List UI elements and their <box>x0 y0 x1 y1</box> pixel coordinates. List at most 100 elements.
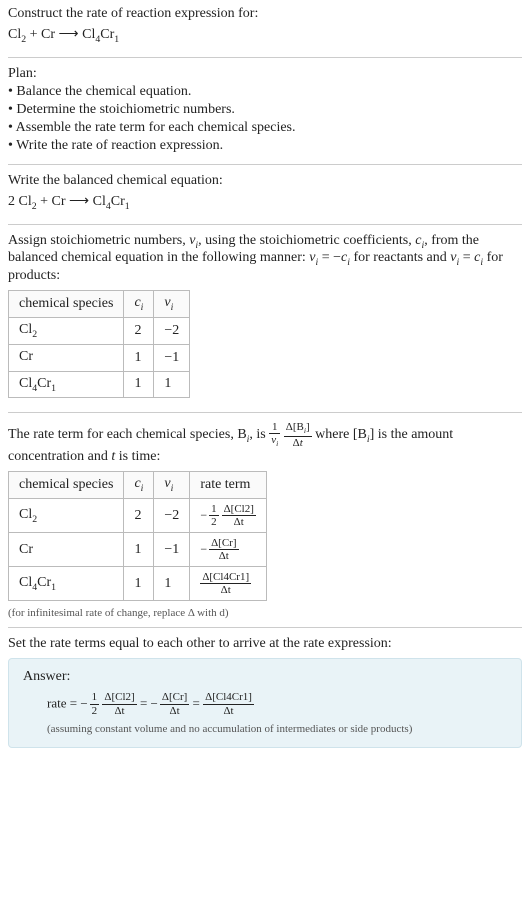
t2: , is <box>249 427 269 442</box>
ci-cell: 1 <box>124 371 154 398</box>
eq1: = − <box>318 250 341 265</box>
assign-paragraph: Assign stoichiometric numbers, νi, using… <box>8 233 522 285</box>
a: Cl <box>19 376 32 391</box>
balanced-heading: Write the balanced chemical equation: <box>8 173 522 189</box>
i: i <box>141 483 144 494</box>
nui-cell: −1 <box>154 344 190 371</box>
den: Δt <box>203 705 254 717</box>
nui-cell: 1 <box>154 567 190 601</box>
neg: − <box>200 542 207 556</box>
eq2: = <box>459 250 474 265</box>
th-ci: ci <box>124 472 154 499</box>
den: 2 <box>209 516 219 528</box>
a: Cr <box>19 542 33 557</box>
prod: Cl <box>89 194 106 209</box>
dBi-dt: Δ[Bi]Δt <box>284 421 312 449</box>
i: i <box>304 427 306 436</box>
balanced-equation: 2 Cl2 + Cr ⟶ Cl4Cr1 <box>8 193 522 212</box>
answer-box: Answer: rate = −12 Δ[Cl2]Δt = −Δ[Cr]Δt =… <box>8 658 522 747</box>
i: i <box>171 302 174 313</box>
neg2: − <box>151 696 158 711</box>
construct-text: Construct the rate of reaction expressio… <box>8 6 522 22</box>
one-over-nu: 1νi <box>269 421 280 449</box>
i: i <box>276 440 278 449</box>
plan-line-3: • Assemble the rate term for each chemic… <box>8 120 522 136</box>
txt: 2 Cl <box>8 194 32 209</box>
t: t <box>300 437 303 449</box>
num: Δ[Cr] <box>209 537 238 550</box>
ci-cell: 1 <box>124 567 154 601</box>
den: Δt <box>209 550 238 562</box>
neg: − <box>200 508 207 522</box>
table-row: Cl2 2 −2 <box>9 317 190 344</box>
eq1: = <box>140 696 151 711</box>
num: 1 <box>90 691 100 704</box>
eq2: = <box>193 696 204 711</box>
half-frac: 12 <box>90 691 100 716</box>
num: Δ[Bi] <box>284 421 312 437</box>
nui-cell: −2 <box>154 498 190 532</box>
den: Δt <box>102 705 136 717</box>
plan-heading: Plan: <box>8 66 522 82</box>
rate-eq: rate = <box>47 696 80 711</box>
asub: 2 <box>32 329 37 340</box>
th-species: chemical species <box>9 472 124 499</box>
num: Δ[Cl2] <box>102 691 136 704</box>
a: Cl <box>19 322 32 337</box>
intro-section: Construct the rate of reaction expressio… <box>8 6 522 58</box>
t2: , using the stoichiometric coefficients, <box>198 233 415 248</box>
t: The rate term for each chemical species,… <box>8 427 247 442</box>
den: Δt <box>222 516 256 528</box>
species-cell: Cr <box>9 533 124 567</box>
bsub: 1 <box>51 382 56 393</box>
rate-term-section: The rate term for each chemical species,… <box>8 413 522 628</box>
num: 1 <box>269 421 280 434</box>
t4: for reactants and <box>350 250 450 265</box>
plan-line-4: • Write the rate of reaction expression. <box>8 138 522 154</box>
den: Δt <box>160 705 189 717</box>
txt: Cl <box>8 27 21 42</box>
table-row: Cr 1 −1 −Δ[Cr]Δt <box>9 533 267 567</box>
term1-frac: Δ[Cl2]Δt <box>102 691 136 716</box>
a: Cl <box>19 507 32 522</box>
ci-cell: 1 <box>124 344 154 371</box>
arrow: ⟶ <box>69 194 89 209</box>
th-nui: νi <box>154 291 190 318</box>
num: Δ[Cl4Cr1] <box>200 571 251 584</box>
num: Δ[Cr] <box>160 691 189 704</box>
plus: + Cr <box>26 27 58 42</box>
rate-term-paragraph: The rate term for each chemical species,… <box>8 421 522 465</box>
t: Assign stoichiometric numbers, <box>8 233 189 248</box>
arrow: ⟶ <box>59 27 79 42</box>
i: i <box>171 483 174 494</box>
b: Cr <box>37 575 51 590</box>
table-row: Cl4Cr1 1 1 Δ[Cl4Cr1]Δt <box>9 567 267 601</box>
t3: where [B <box>315 427 367 442</box>
prod2: Cr <box>111 194 125 209</box>
nui-cell: −2 <box>154 317 190 344</box>
species-cell: Cl2 <box>9 498 124 532</box>
plan-section: Plan: • Balance the chemical equation. •… <box>8 58 522 165</box>
species-cell: Cl4Cr1 <box>9 371 124 398</box>
d-frac: Δ[Cr]Δt <box>209 537 238 562</box>
species-cell: Cr <box>9 344 124 371</box>
txt: Cl <box>79 27 96 42</box>
den: 2 <box>90 705 100 717</box>
bsub: 1 <box>51 582 56 593</box>
rate-term-table: chemical species ci νi rate term Cl2 2 −… <box>8 471 267 601</box>
th-species: chemical species <box>9 291 124 318</box>
th-nui: νi <box>154 472 190 499</box>
reactant-cl2: Cl2 <box>8 27 26 42</box>
nui-cell: −1 <box>154 533 190 567</box>
a: Cr <box>19 349 33 364</box>
term3-frac: Δ[Cl4Cr1]Δt <box>203 691 254 716</box>
i: i <box>141 302 144 313</box>
infinitesimal-note: (for infinitesimal rate of change, repla… <box>8 607 522 619</box>
table-row: Cl4Cr1 1 1 <box>9 371 190 398</box>
table-header-row: chemical species ci νi rate term <box>9 472 267 499</box>
sub3: 1 <box>125 201 130 212</box>
rate-cell: Δ[Cl4Cr1]Δt <box>190 567 267 601</box>
species-cell: Cl4Cr1 <box>9 567 124 601</box>
den: νi <box>269 434 280 449</box>
page: Construct the rate of reaction expressio… <box>0 0 530 762</box>
